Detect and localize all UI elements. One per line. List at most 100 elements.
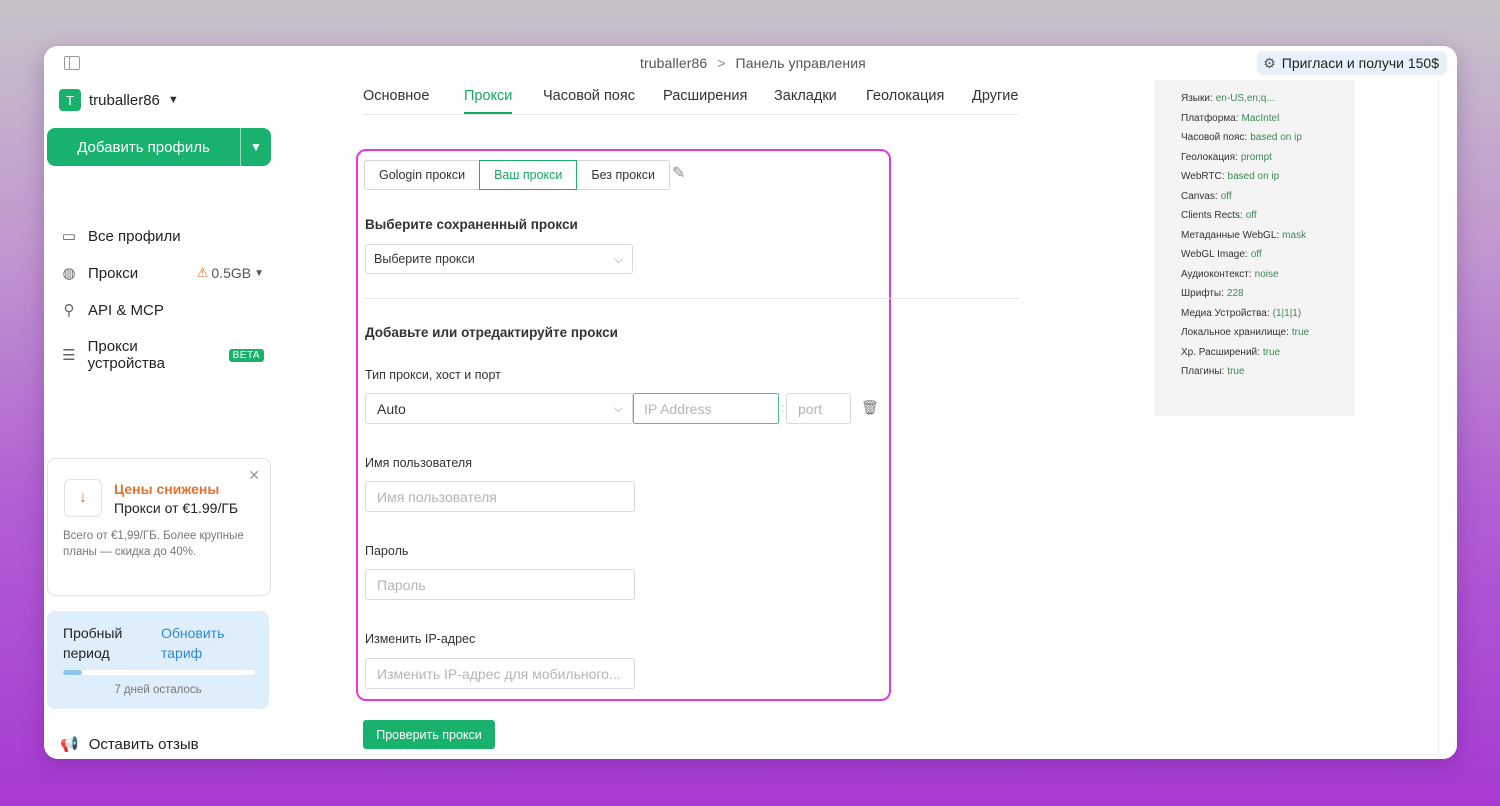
fingerprint-value: based on ip <box>1227 171 1280 182</box>
warning-icon: ⚠ <box>196 265 209 280</box>
chevron-down-icon: ▼ <box>254 267 264 279</box>
fingerprint-row: Платформа: MacIntel <box>1181 113 1279 124</box>
fingerprint-row: Медиа Устройства: (1|1|1) <box>1181 308 1301 319</box>
fingerprint-row: Геолокация: prompt <box>1181 152 1272 163</box>
chevron-down-icon: ▼ <box>250 140 262 154</box>
sidebar: T truballer86 ▼ Добавить профиль ▼ ▭ Все… <box>44 80 280 759</box>
paste-proxy-icon[interactable]: ✎ <box>672 163 685 183</box>
add-profile-button-group: Добавить профиль ▼ <box>47 128 271 166</box>
fingerprint-value: off <box>1245 210 1257 221</box>
port-input[interactable] <box>786 393 851 424</box>
sidebar-toggle-icon[interactable] <box>64 56 80 70</box>
breadcrumb: truballer86 > Панель управления <box>640 55 866 71</box>
breadcrumb-page: Панель управления <box>735 55 866 71</box>
tab-timezone[interactable]: Часовой пояс <box>543 88 635 104</box>
tab-proxy[interactable]: Прокси <box>464 88 512 104</box>
fingerprint-value: off <box>1220 190 1232 202</box>
password-label: Пароль <box>365 544 409 558</box>
fingerprint-value: noise <box>1254 268 1279 280</box>
fingerprint-key: WebGL Image: <box>1181 249 1248 260</box>
fingerprint-row: Шрифты: 228 <box>1181 288 1244 299</box>
tab-other[interactable]: Другие <box>972 88 1018 104</box>
change-ip-input[interactable] <box>365 658 635 689</box>
chevron-down-icon: ⌵ <box>613 252 623 266</box>
breadcrumb-workspace[interactable]: truballer86 <box>640 55 707 71</box>
add-profile-dropdown[interactable]: ▼ <box>240 128 271 166</box>
fingerprint-row: Хр. Расширений: true <box>1181 347 1280 358</box>
trial-progress-bar <box>63 670 255 675</box>
traffic-value: 0.5GB <box>211 265 252 281</box>
fingerprint-row: WebGL Image: off <box>1181 249 1262 260</box>
fingerprint-key: Медиа Устройства: <box>1181 307 1270 319</box>
account-switcher[interactable]: T truballer86 ▼ <box>59 89 179 111</box>
price-promo-card: ↓ Цены снижены Прокси от €1.99/ГБ ✕ Всег… <box>47 458 271 596</box>
traffic-balance[interactable]: ⚠ 0.5GB ▼ <box>197 265 264 281</box>
megaphone-icon: 📢 <box>60 736 79 753</box>
saved-proxy-select-value: Выберите прокси <box>374 252 475 266</box>
api-icon: ⚲ <box>63 302 75 319</box>
title-bar: truballer86 > Панель управления ⚙ Пригласи… <box>44 46 1457 80</box>
fingerprint-key: Clients Rects: <box>1181 210 1243 221</box>
trial-days-left: 7 дней осталось <box>114 684 202 696</box>
globe-icon: ◍ <box>62 265 76 282</box>
proxy-settings-panel: Gologin прокси Ваш прокси Без прокси ✎ В… <box>356 149 1019 701</box>
promo-title: Цены снижены <box>114 481 220 497</box>
app-window: truballer86 > Панель управления ⚙ Пригласи… <box>44 46 1457 759</box>
sidebar-item-proxy[interactable]: ◍ Прокси ⚠ 0.5GB ▼ <box>60 264 264 283</box>
password-input[interactable] <box>365 569 635 600</box>
proxy-type-select[interactable]: Auto ⌵ <box>365 393 633 424</box>
profiles-inbox-icon: ▭ <box>61 228 77 245</box>
saved-proxy-select[interactable]: Выберите прокси ⌵ <box>365 244 633 274</box>
tab-bookmarks[interactable]: Закладки <box>774 88 837 104</box>
fingerprint-row: Плагины: true <box>1181 366 1245 377</box>
fingerprint-row: Аудиоконтекст: noise <box>1181 269 1279 280</box>
sidebar-item-label: Все профили <box>88 227 181 245</box>
saved-proxy-title: Выберите сохраненный прокси <box>365 217 578 232</box>
tab-main[interactable]: Основное <box>363 88 429 104</box>
fingerprint-key: Шрифты: <box>1181 288 1224 299</box>
fingerprint-row: Метаданные WebGL: mask <box>1181 230 1306 241</box>
sidebar-item-all-profiles[interactable]: ▭ Все профили <box>60 227 264 246</box>
host-port-separator: : <box>781 401 785 415</box>
active-tab-indicator <box>464 112 512 114</box>
mode-gologin-proxy[interactable]: Gologin прокси <box>364 160 481 190</box>
sidebar-item-api[interactable]: ⚲ API & MCP <box>60 301 264 320</box>
fingerprint-row: Языки: en-US,en;q... <box>1181 93 1275 104</box>
fingerprint-value: 228 <box>1226 288 1244 299</box>
add-profile-button[interactable]: Добавить профиль <box>47 128 240 166</box>
invite-button[interactable]: ⚙ Пригласи и получи 150$ <box>1257 51 1447 75</box>
mode-no-proxy[interactable]: Без прокси <box>576 160 670 190</box>
tab-geolocation[interactable]: Геолокация <box>866 88 944 104</box>
main-content: Основное Прокси Часовой пояс Расширения … <box>280 80 1438 754</box>
section-divider <box>365 298 1019 299</box>
fingerprint-value: off <box>1250 249 1262 260</box>
ip-address-input[interactable] <box>633 393 779 424</box>
sidebar-item-label: API & MCP <box>88 301 164 319</box>
promo-subtitle: Прокси от €1.99/ГБ <box>114 500 239 516</box>
feedback-button[interactable]: 📢 Оставить отзыв <box>60 735 199 754</box>
upgrade-plan-link[interactable]: Обновить тариф <box>161 623 251 663</box>
fingerprint-value: mask <box>1282 229 1307 241</box>
profile-tabs: Основное Прокси Часовой пояс Расширения … <box>363 80 1018 115</box>
mode-your-proxy[interactable]: Ваш прокси <box>479 160 578 190</box>
account-name: truballer86 <box>89 91 160 109</box>
fingerprint-value: true <box>1291 327 1310 338</box>
fingerprint-key: Canvas: <box>1181 190 1218 202</box>
trash-icon[interactable]: 🗑 <box>861 399 879 416</box>
fingerprint-key: Платформа: <box>1181 112 1239 124</box>
check-proxy-button[interactable]: Проверить прокси <box>363 720 495 749</box>
fingerprint-key: Часовой пояс: <box>1181 132 1248 143</box>
fingerprint-key: WebRTC: <box>1181 171 1225 182</box>
fingerprint-key: Локальное хранилище: <box>1181 327 1289 338</box>
scrollbar-track[interactable] <box>1438 80 1457 759</box>
fingerprint-row: Canvas: off <box>1181 191 1232 202</box>
fingerprint-value: (1|1|1) <box>1272 307 1302 319</box>
close-icon[interactable]: ✕ <box>248 467 260 484</box>
fingerprint-row: Локальное хранилище: true <box>1181 327 1309 338</box>
server-icon: ☰ <box>62 347 76 364</box>
sidebar-item-device-proxy[interactable]: ☰ Прокси устройства BETA <box>60 338 264 372</box>
breadcrumb-separator-icon: > <box>717 55 726 71</box>
username-input[interactable] <box>365 481 635 512</box>
fingerprint-row: Clients Rects: off <box>1181 210 1257 221</box>
tab-extensions[interactable]: Расширения <box>663 88 747 104</box>
